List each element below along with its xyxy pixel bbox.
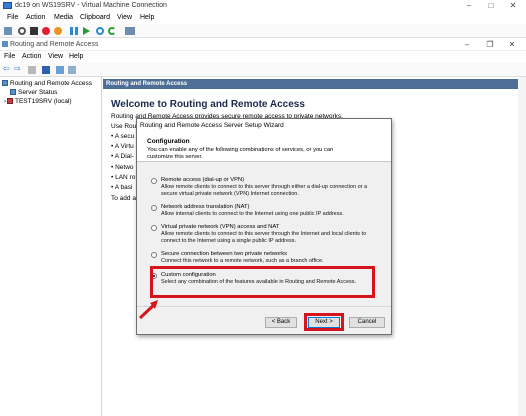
bullet-item: • A Virtu: [111, 143, 134, 150]
mmc-menu-view[interactable]: View: [48, 53, 63, 60]
wizard-footer: < Back Next > Cancel: [137, 306, 391, 334]
tree-root-label: Routing and Remote Access: [10, 80, 93, 87]
tree-item-server-status[interactable]: Server Status: [10, 89, 57, 98]
radio-nat[interactable]: [151, 205, 157, 211]
setup-wizard-dialog: Routing and Remote Access Server Setup W…: [136, 118, 392, 335]
to-add-text: To add a: [111, 195, 136, 202]
ctrl-alt-del-icon[interactable]: [4, 27, 12, 35]
server-status-icon: [10, 89, 16, 96]
start-icon[interactable]: [18, 27, 26, 35]
mmc-toolbar: ⇦ ⇨: [0, 63, 526, 77]
cancel-button[interactable]: Cancel: [349, 317, 385, 328]
content-scrollbar[interactable]: [518, 77, 526, 416]
vm-menu-media[interactable]: Media: [54, 14, 73, 21]
tree-item-label: TEST19SRV (local): [15, 98, 72, 105]
tree-pane: Routing and Remote Access Server Status …: [0, 77, 102, 416]
reset-play-icon[interactable]: [83, 27, 90, 35]
rras-app-icon: [2, 41, 8, 47]
mmc-menu-help[interactable]: Help: [69, 53, 83, 60]
wizard-title: Routing and Remote Access Server Setup W…: [137, 119, 391, 132]
mmc-restore-icon[interactable]: ❐: [484, 40, 496, 49]
tree-item-server[interactable]: › TEST19SRV (local): [4, 98, 72, 107]
option-label: Secure connection between two private ne…: [161, 251, 287, 257]
tree-item-label: Server Status: [18, 89, 58, 96]
turn-off-icon[interactable]: [30, 27, 38, 35]
radio-remote-access[interactable]: [151, 178, 157, 184]
option-label: Network address translation (NAT): [161, 204, 250, 210]
custom-config-highlight: [150, 266, 375, 298]
wizard-heading: Configuration: [147, 138, 190, 145]
annotation-arrow-icon: [138, 300, 158, 320]
mmc-menu-bar: File Action View Help: [0, 51, 526, 63]
checkpoint-icon[interactable]: [96, 27, 104, 35]
bullet-item: • Netwo: [111, 164, 134, 171]
back-button[interactable]: < Back: [265, 317, 297, 328]
content-header: Routing and Remote Access: [103, 79, 526, 89]
bullet-item: • LAN ro: [111, 174, 136, 181]
mmc-minimize-icon[interactable]: –: [461, 40, 473, 49]
enhanced-session-icon[interactable]: [125, 27, 135, 35]
server-down-icon: [7, 98, 13, 105]
shutdown-icon[interactable]: [42, 27, 50, 35]
use-text: Use Rou: [111, 123, 137, 130]
forward-arrow-icon[interactable]: ⇨: [14, 64, 22, 73]
option-description: Allow internal clients to connect to the…: [161, 211, 344, 217]
tree-root[interactable]: Routing and Remote Access: [2, 80, 92, 89]
vm-menu-help[interactable]: Help: [140, 14, 154, 21]
properties-icon[interactable]: [42, 66, 50, 74]
save-state-icon[interactable]: [54, 27, 62, 35]
bullet-item: • A secu: [111, 133, 135, 140]
mmc-window-title: Routing and Remote Access: [10, 41, 99, 48]
maximize-icon[interactable]: □: [485, 1, 497, 10]
rras-icon: [2, 80, 8, 87]
vm-menu-view[interactable]: View: [117, 14, 132, 21]
vm-app-icon: [3, 2, 12, 9]
help-icon[interactable]: [56, 66, 64, 74]
option-description: Allow remote clients to connect to this …: [161, 184, 368, 197]
close-icon[interactable]: ✕: [507, 1, 519, 10]
show-tree-icon[interactable]: [28, 66, 36, 74]
option-description: Connect this network to a remote network…: [161, 258, 324, 264]
radio-secure-connection[interactable]: [151, 252, 157, 258]
revert-icon[interactable]: [108, 27, 116, 35]
vm-menu-action[interactable]: Action: [26, 14, 45, 21]
mmc-menu-action[interactable]: Action: [22, 53, 41, 60]
wizard-header: Configuration You can enable any of the …: [137, 132, 391, 162]
welcome-heading: Welcome to Routing and Remote Access: [111, 99, 305, 110]
bullet-item: • A basi: [111, 184, 133, 191]
wizard-description: You can enable any of the following comb…: [147, 147, 334, 161]
mmc-menu-file[interactable]: File: [4, 53, 15, 60]
minimize-icon[interactable]: –: [463, 1, 475, 10]
vm-title-bar: dc19 on WS19SRV - Virtual Machine Connec…: [0, 0, 526, 12]
next-button-highlight: [304, 313, 344, 331]
option-description: Allow remote clients to connect to this …: [161, 231, 367, 244]
vm-window-title: dc19 on WS19SRV - Virtual Machine Connec…: [15, 2, 167, 9]
expand-chevron-icon[interactable]: ›: [4, 99, 6, 105]
vm-menu-file[interactable]: File: [7, 14, 18, 21]
bullet-item: • A Dial-: [111, 153, 134, 160]
console-icon[interactable]: [68, 66, 76, 74]
option-label: Remote access (dial-up or VPN): [161, 177, 245, 183]
mmc-close-icon[interactable]: ✕: [506, 40, 518, 49]
vm-menu-clipboard[interactable]: Clipboard: [80, 14, 110, 21]
mmc-title-bar: Routing and Remote Access – ❐ ✕: [0, 38, 526, 51]
pause-icon-bar: [75, 27, 78, 35]
vm-menu-bar: File Action Media Clipboard View Help: [0, 12, 526, 24]
radio-vpn-nat[interactable]: [151, 225, 157, 231]
pause-icon[interactable]: [70, 27, 73, 35]
vm-toolbar: [0, 24, 526, 38]
option-label: Virtual private network (VPN) access and…: [161, 224, 280, 230]
back-arrow-icon[interactable]: ⇦: [3, 64, 11, 73]
